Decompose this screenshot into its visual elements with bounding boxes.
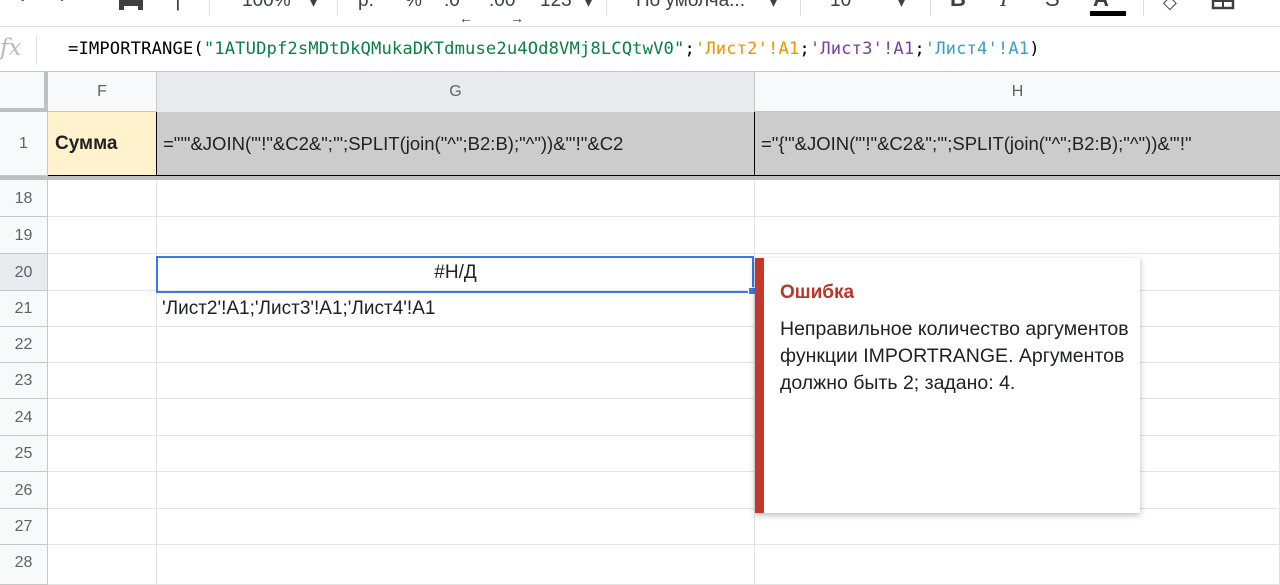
italic-button[interactable]: I [1000, 0, 1007, 12]
formula-prefix: =IMPORTRANGE( [68, 39, 204, 59]
formula-separator: ; [799, 39, 810, 59]
percent-button[interactable]: % [405, 0, 422, 12]
cell-f1[interactable]: Сумма [48, 112, 157, 176]
chevron-down-icon[interactable]: ▾ [898, 0, 905, 11]
formula-separator: ; [914, 39, 925, 59]
grid-cell[interactable] [48, 545, 157, 585]
toolbar-divider [930, 0, 931, 16]
grid-cell[interactable] [48, 327, 157, 363]
grid-cell[interactable] [157, 545, 755, 585]
decrease-decimals-button[interactable]: .0 [444, 0, 460, 12]
row-header-18[interactable]: 18 [0, 180, 48, 217]
error-title: Ошибка [780, 282, 855, 303]
row-header-1[interactable]: 1 [0, 112, 48, 176]
more-formats-button[interactable]: 123 [540, 0, 572, 12]
strikethrough-button[interactable]: S [1045, 0, 1060, 12]
text-color-swatch [1090, 11, 1126, 16]
error-message: Неправильное количество аргументов функц… [780, 318, 1129, 394]
chevron-down-icon[interactable]: ▾ [310, 0, 317, 11]
font-size-select[interactable]: 10 [830, 0, 851, 12]
redo-icon[interactable]: ↷ [50, 0, 67, 11]
grid-cell[interactable] [755, 180, 1280, 217]
undo-icon[interactable]: ↶ [18, 0, 35, 11]
column-header-g[interactable]: G [157, 72, 755, 112]
formula-spreadsheet-key: "1ATUDpf2sMDtDkQMukaDKTdmuse2u4Od8VMj8LC… [203, 39, 685, 59]
grid-cell[interactable] [157, 217, 755, 254]
formula-range-2-cell: !A1 [882, 39, 915, 59]
row-header-25[interactable]: 25 [0, 436, 48, 472]
fill-color-icon[interactable]: ◇ [1163, 0, 1177, 13]
chevron-down-icon[interactable]: ▾ [770, 0, 777, 11]
column-header-f[interactable]: F [48, 72, 157, 112]
font-family-select[interactable]: По умолча... [636, 0, 745, 12]
row-header-19[interactable]: 19 [0, 217, 48, 254]
bold-button[interactable]: B [950, 0, 966, 12]
zoom-select[interactable]: 100% [242, 0, 291, 12]
error-accent-bar [755, 258, 764, 513]
grid-cell[interactable] [48, 180, 157, 217]
formula-bar-divider [36, 35, 37, 65]
cursor-icon[interactable]: | [175, 0, 181, 12]
toolbar-divider [800, 0, 801, 16]
currency-button[interactable]: р. [358, 0, 374, 12]
grid-cell[interactable] [157, 180, 755, 217]
toolbar-divider [209, 0, 210, 16]
function-icon: fx [0, 35, 22, 61]
print-icon[interactable] [117, 0, 145, 21]
formula-separator: ; [684, 39, 695, 59]
grid-cell[interactable] [48, 472, 157, 509]
formula-bar: fx =IMPORTRANGE("1ATUDpf2sMDtDkQMukaDKTd… [0, 26, 1280, 72]
row-header-21[interactable]: 21 [0, 291, 48, 327]
grid-cell[interactable] [157, 436, 755, 472]
cell-g1[interactable]: ="'"&JOIN("'!"&C2&";'";SPLIT(join("^";B2… [157, 112, 755, 176]
row-header-24[interactable]: 24 [0, 399, 48, 436]
grid-cell[interactable] [48, 363, 157, 399]
grid-cell[interactable] [48, 399, 157, 436]
arrow-left-icon: ← [459, 10, 473, 26]
formula-range-3-cell: !A1 [997, 39, 1030, 59]
grid-cell[interactable] [157, 472, 755, 509]
selection-border [156, 256, 754, 293]
grid-cell[interactable] [48, 254, 157, 291]
borders-icon[interactable] [1210, 0, 1236, 17]
row-header-23[interactable]: 23 [0, 363, 48, 399]
grid-cell[interactable] [755, 545, 1280, 585]
grid-cell[interactable] [48, 217, 157, 254]
error-tooltip: Ошибка Неправильное количество аргументо… [755, 258, 1140, 513]
row-header-27[interactable]: 27 [0, 509, 48, 545]
arrow-right-icon: → [510, 10, 524, 26]
formula-range-1-sheet: 'Лист2' [694, 39, 769, 59]
toolbar-divider [337, 0, 338, 16]
grid-cell[interactable] [48, 291, 157, 327]
formula-suffix: ) [1029, 39, 1040, 59]
toolbar-divider [1143, 0, 1144, 16]
chevron-down-icon[interactable]: ▾ [585, 0, 592, 11]
grid-cell[interactable] [157, 399, 755, 436]
grid-cell[interactable] [48, 436, 157, 472]
formula-range-2-sheet: 'Лист3' [809, 39, 883, 59]
grid-cell[interactable] [755, 509, 1280, 545]
toolbar: ↶ ↷ ⎯ | 100% ▾ р. % .0 ← .00 → 123 ▾ По … [0, 0, 1280, 26]
formula-range-1-cell: !A1 [768, 39, 800, 59]
row-header-26[interactable]: 26 [0, 472, 48, 509]
row-header-20[interactable]: 20 [0, 254, 48, 291]
column-header-h[interactable]: H [755, 72, 1280, 112]
row-header-22[interactable]: 22 [0, 327, 48, 363]
grid-cell[interactable] [157, 509, 755, 545]
grid-cell[interactable] [48, 509, 157, 545]
grid-cell[interactable] [755, 217, 1280, 254]
formula-range-3-sheet: 'Лист4' [924, 39, 998, 59]
grid-cell[interactable] [157, 363, 755, 399]
select-all-corner[interactable] [0, 72, 48, 112]
paint-format-icon[interactable]: ⎯ [78, 0, 88, 9]
grid-cell[interactable] [157, 327, 755, 363]
row-header-28[interactable]: 28 [0, 545, 48, 585]
formula-input[interactable]: =IMPORTRANGE("1ATUDpf2sMDtDkQMukaDKTdmus… [68, 39, 1040, 59]
cell-h1[interactable]: ="{'"&JOIN("'!"&C2&";'";SPLIT(join("^";B… [755, 112, 1280, 176]
toolbar-divider [606, 0, 607, 16]
cell-g21[interactable]: 'Лист2'!A1;'Лист3'!A1;'Лист4'!A1 [157, 291, 755, 327]
